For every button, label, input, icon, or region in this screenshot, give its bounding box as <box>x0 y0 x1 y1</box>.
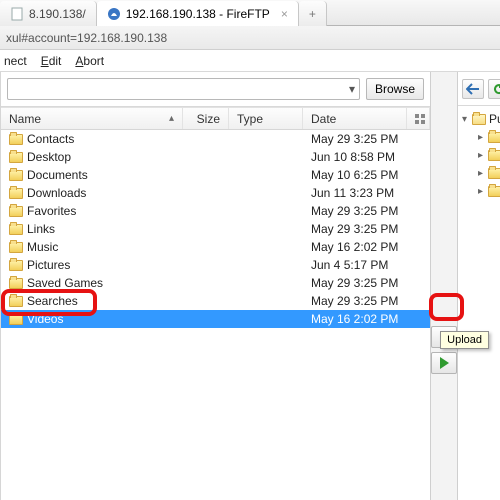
folder-icon <box>9 278 23 289</box>
list-item[interactable]: Saved Games May 29 3:25 PM <box>1 274 430 292</box>
folder-icon <box>9 314 23 325</box>
browse-label: Browse <box>375 82 415 96</box>
remote-tree-node[interactable]: ▸M <box>476 164 500 182</box>
column-picker-icon <box>415 114 425 124</box>
remote-refresh-button[interactable] <box>488 79 500 99</box>
tab-label: 192.168.190.138 - FireFTP <box>126 7 270 21</box>
file-date: Jun 10 8:58 PM <box>303 150 407 164</box>
tree-collapsed-icon: ▸ <box>476 168 485 179</box>
file-date: May 29 3:25 PM <box>303 132 407 146</box>
tree-expanded-icon: ▾ <box>460 114 469 125</box>
column-picker[interactable] <box>407 108 430 129</box>
close-icon[interactable]: × <box>281 7 288 21</box>
folder-icon <box>488 132 500 143</box>
tab-label: 8.190.138/ <box>29 7 86 21</box>
remote-panel: ▾ Pu ▸A▸D▸M▸U <box>458 72 500 500</box>
page-icon <box>10 7 24 21</box>
list-item[interactable]: Favorites May 29 3:25 PM <box>1 202 430 220</box>
folder-icon <box>9 188 23 199</box>
remote-tree-node[interactable]: ▸D <box>476 146 500 164</box>
column-date[interactable]: Date <box>303 108 407 129</box>
folder-icon <box>9 242 23 253</box>
file-date: Jun 11 3:23 PM <box>303 186 407 200</box>
upload-tooltip: Upload <box>440 331 489 349</box>
local-listing: Name ▴ Size Type Date Contacts May 29 3:2… <box>1 107 430 500</box>
file-name: Documents <box>27 168 88 182</box>
tree-collapsed-icon: ▸ <box>476 132 485 143</box>
file-date: May 29 3:25 PM <box>303 294 407 308</box>
folder-icon <box>488 168 500 179</box>
local-path-dropdown[interactable]: ▾ <box>7 78 360 100</box>
file-name: Music <box>27 240 58 254</box>
file-name: Videos <box>27 312 63 326</box>
file-date: May 10 6:25 PM <box>303 168 407 182</box>
column-headers: Name ▴ Size Type Date <box>1 108 430 130</box>
arrow-right-icon <box>440 357 449 369</box>
file-name: Pictures <box>27 258 70 272</box>
remote-back-button[interactable] <box>462 79 484 99</box>
folder-icon <box>9 224 23 235</box>
folder-icon <box>9 206 23 217</box>
folder-icon <box>9 134 23 145</box>
file-name: Favorites <box>27 204 76 218</box>
folder-icon <box>488 150 500 161</box>
folder-icon <box>9 152 23 163</box>
remote-root-node[interactable]: ▾ Pu <box>460 110 500 128</box>
list-item[interactable]: Documents May 10 6:25 PM <box>1 166 430 184</box>
folder-icon <box>9 260 23 271</box>
sort-asc-icon: ▴ <box>169 113 174 124</box>
remote-root-label: Pu <box>489 112 500 126</box>
column-size[interactable]: Size <box>183 108 229 129</box>
menu-connect[interactable]: nect <box>4 54 27 68</box>
file-date: May 29 3:25 PM <box>303 276 407 290</box>
transfer-buttons <box>431 72 458 500</box>
file-name: Links <box>27 222 55 236</box>
url-bar: xul#account=192.168.190.138 <box>0 26 500 50</box>
browse-button[interactable]: Browse <box>366 78 424 100</box>
file-date: May 29 3:25 PM <box>303 222 407 236</box>
menubar: nect Edit Abort <box>0 50 500 72</box>
tree-collapsed-icon: ▸ <box>476 186 485 197</box>
file-name: Desktop <box>27 150 71 164</box>
list-item[interactable]: Pictures Jun 4 5:17 PM <box>1 256 430 274</box>
list-item[interactable]: Music May 16 2:02 PM <box>1 238 430 256</box>
chevron-down-icon: ▾ <box>349 82 355 96</box>
file-date: May 16 2:02 PM <box>303 240 407 254</box>
file-name: Saved Games <box>27 276 103 290</box>
list-item[interactable]: Links May 29 3:25 PM <box>1 220 430 238</box>
remote-tree-node[interactable]: ▸U <box>476 182 500 200</box>
upload-button[interactable] <box>431 352 457 374</box>
browser-tabstrip: 8.190.138/ 192.168.190.138 - FireFTP × + <box>0 0 500 26</box>
url-text: xul#account=192.168.190.138 <box>6 31 167 45</box>
file-name: Contacts <box>27 132 74 146</box>
tab-2[interactable]: 192.168.190.138 - FireFTP × <box>97 1 299 26</box>
column-type[interactable]: Type <box>229 108 303 129</box>
new-tab-button[interactable]: + <box>299 1 327 26</box>
remote-toolbar <box>458 72 500 106</box>
menu-edit[interactable]: Edit <box>41 54 62 68</box>
menu-abort[interactable]: Abort <box>75 54 104 68</box>
folder-icon <box>472 114 486 125</box>
remote-tree-node[interactable]: ▸A <box>476 128 500 146</box>
list-item[interactable]: Desktop Jun 10 8:58 PM <box>1 148 430 166</box>
folder-icon <box>488 186 500 197</box>
remote-tree: ▾ Pu ▸A▸D▸M▸U <box>458 106 500 204</box>
file-name: Downloads <box>27 186 86 200</box>
local-panel: ▾ Browse Name ▴ Size Type Date Contacts M… <box>1 72 431 500</box>
column-name[interactable]: Name ▴ <box>1 108 183 129</box>
folder-icon <box>9 170 23 181</box>
file-date: May 16 2:02 PM <box>303 312 407 326</box>
tree-collapsed-icon: ▸ <box>476 150 485 161</box>
list-item[interactable]: Videos May 16 2:02 PM <box>1 310 430 328</box>
file-date: Jun 4 5:17 PM <box>303 258 407 272</box>
list-item[interactable]: Downloads Jun 11 3:23 PM <box>1 184 430 202</box>
fireftp-icon <box>107 7 121 21</box>
folder-icon <box>9 296 23 307</box>
file-name: Searches <box>27 294 78 308</box>
tab-1[interactable]: 8.190.138/ <box>0 1 97 26</box>
file-date: May 29 3:25 PM <box>303 204 407 218</box>
list-item[interactable]: Contacts May 29 3:25 PM <box>1 130 430 148</box>
list-item[interactable]: Searches May 29 3:25 PM <box>1 292 430 310</box>
